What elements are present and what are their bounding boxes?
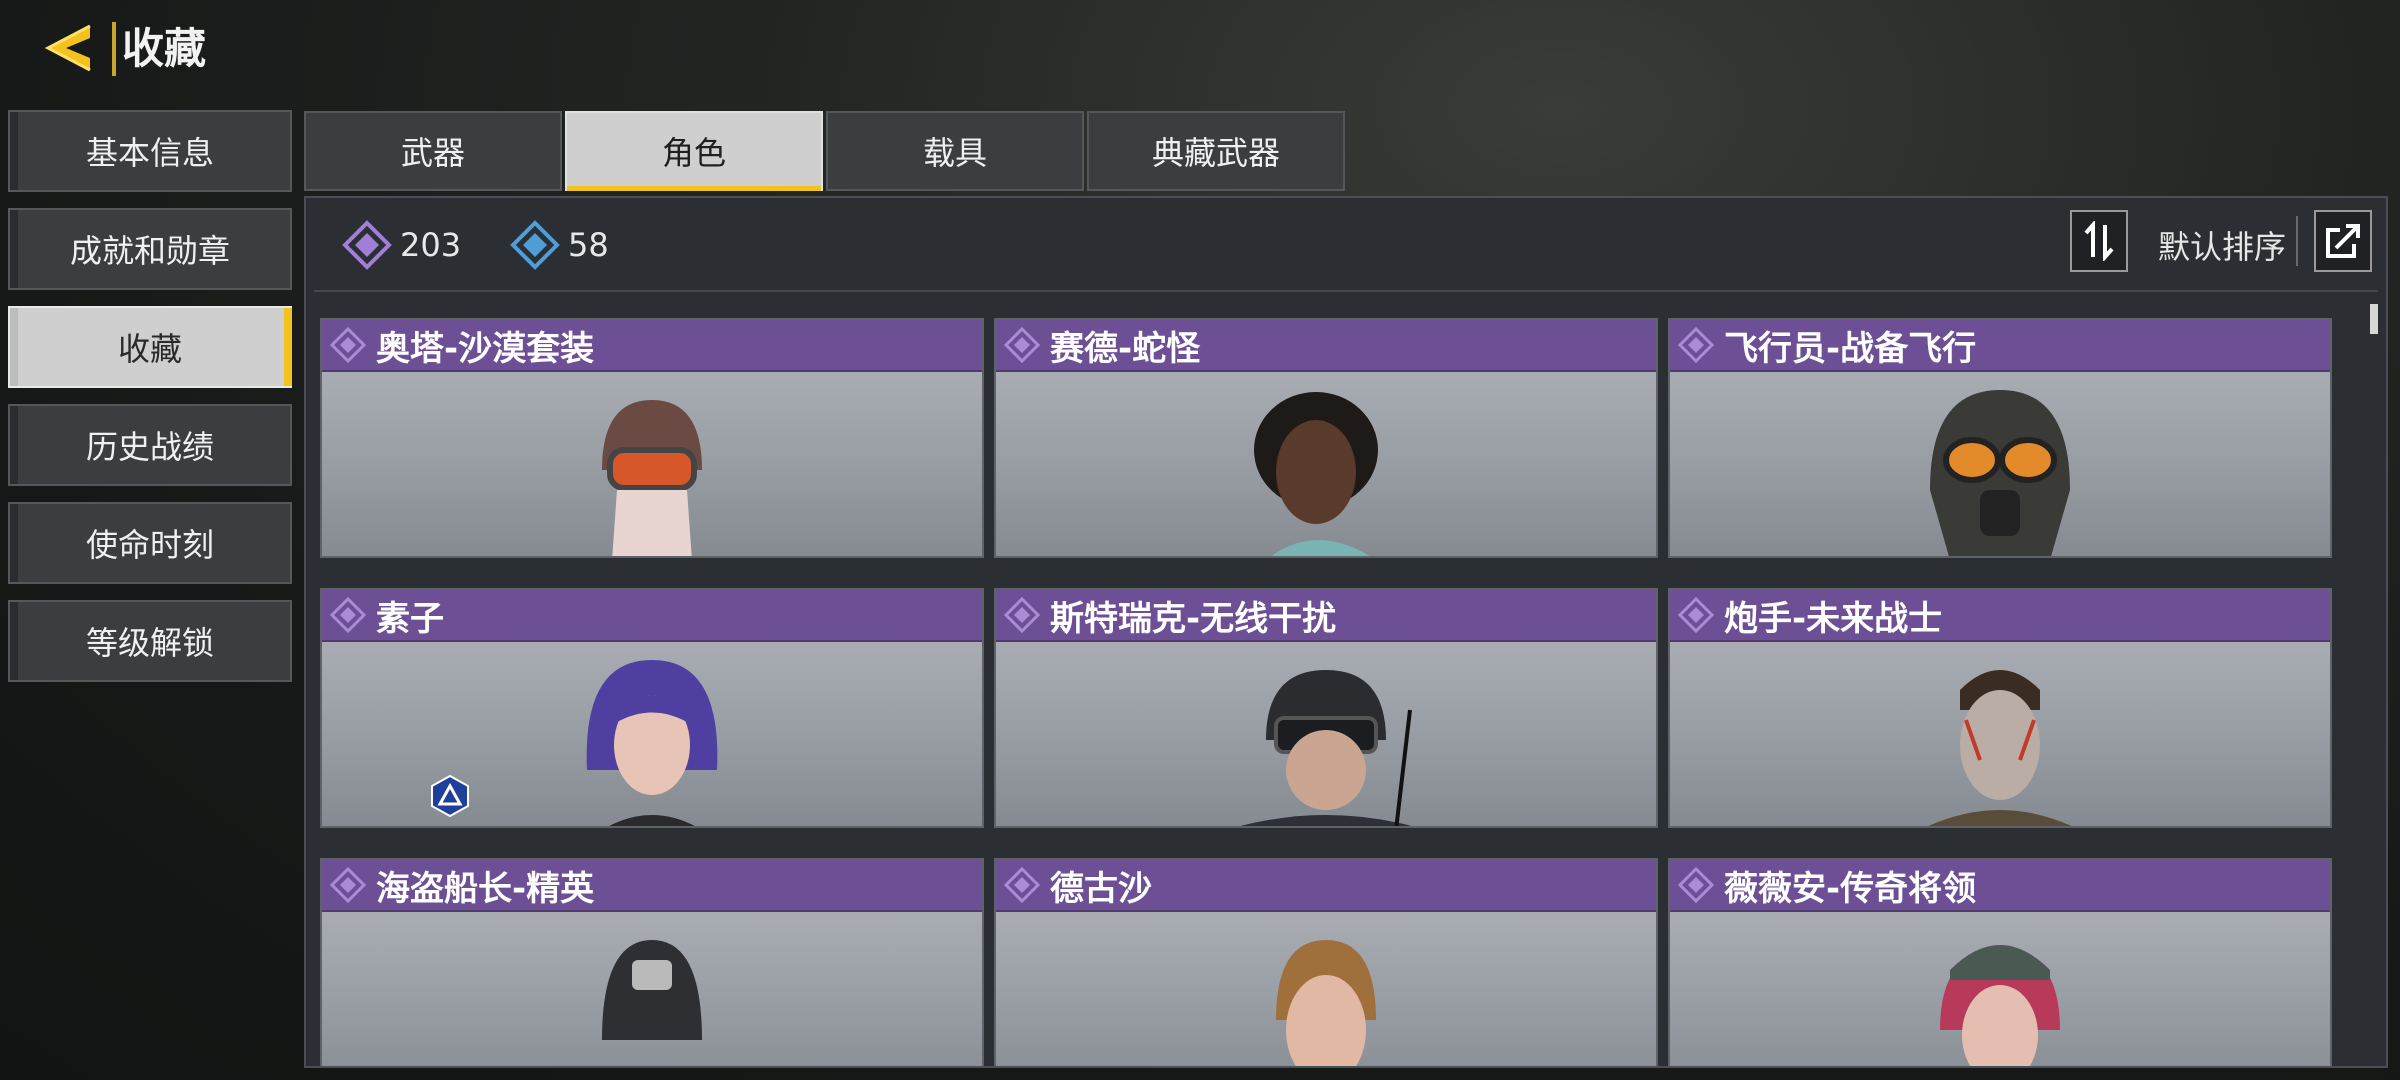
purple-count-value: 203: [400, 226, 462, 264]
card-portrait-area: [996, 642, 1656, 826]
character-portrait: [602, 940, 702, 1040]
card-portrait-area: [996, 912, 1656, 1066]
purple-diamond-icon: [342, 220, 392, 270]
sidebar-item-basic-info[interactable]: 基本信息: [8, 110, 292, 192]
blue-count-value: 58: [568, 226, 609, 264]
page-title: 收藏: [112, 22, 206, 76]
character-portrait: [602, 400, 702, 556]
character-portrait: [1928, 670, 2072, 826]
card-header: 德古沙: [996, 860, 1656, 912]
back-arrow-icon: [44, 24, 91, 72]
card-header: 薇薇安-传奇将领: [1670, 860, 2330, 912]
card-name: 赛德-蛇怪: [1050, 328, 1201, 369]
diamond-icon: [1678, 597, 1714, 633]
tab-vehicles[interactable]: 载具: [826, 111, 1084, 191]
character-card[interactable]: 素子: [320, 588, 984, 828]
card-name: 斯特瑞克-无线干扰: [1050, 598, 1337, 639]
card-name: 奥塔-沙漠套装: [376, 328, 595, 369]
tab-characters[interactable]: 角色: [565, 111, 823, 191]
collection-panel: 203 58 默认排序 奥塔-沙漠套装 赛德-蛇怪 飞行员-战备飞行 素子 斯特…: [304, 196, 2388, 1068]
sort-arrows-icon: [2084, 221, 2114, 261]
sidebar-item-history[interactable]: 历史战绩: [8, 404, 292, 486]
card-portrait-area: [322, 372, 982, 556]
character-portrait: [1930, 390, 2070, 556]
card-name: 飞行员-战备飞行: [1724, 328, 1977, 369]
diamond-icon: [1678, 867, 1714, 903]
card-portrait-area: [322, 912, 982, 1066]
share-icon: [2326, 224, 2360, 258]
card-name: 海盗船长-精英: [376, 868, 595, 909]
card-header: 海盗船长-精英: [322, 860, 982, 912]
card-portrait-area: [1670, 642, 2330, 826]
sort-button[interactable]: [2070, 210, 2128, 272]
sidebar: 基本信息 成就和勋章 收藏 历史战绩 使命时刻 等级解锁: [8, 110, 292, 698]
card-name: 德古沙: [1050, 868, 1152, 909]
character-card[interactable]: 德古沙: [994, 858, 1658, 1066]
blue-diamond-icon: [510, 220, 560, 270]
diamond-icon: [1004, 327, 1040, 363]
purple-count: 203: [342, 220, 461, 270]
blue-count: 58: [510, 220, 609, 270]
card-header: 素子: [322, 590, 982, 642]
diamond-icon: [1004, 597, 1040, 633]
character-card[interactable]: 飞行员-战备飞行: [1668, 318, 2332, 558]
diamond-icon: [330, 867, 366, 903]
character-portrait: [1276, 940, 1376, 1066]
card-portrait-area: [996, 372, 1656, 556]
category-tabs: 武器 角色 载具 典藏武器: [304, 111, 1348, 191]
card-name: 素子: [376, 598, 444, 639]
sidebar-item-mission-moments[interactable]: 使命时刻: [8, 502, 292, 584]
sidebar-item-collection[interactable]: 收藏: [8, 306, 292, 388]
panel-divider: [314, 290, 2378, 292]
character-card[interactable]: 炮手-未来战士: [1668, 588, 2332, 828]
rank-badge-icon: [431, 774, 469, 818]
diamond-icon: [1678, 327, 1714, 363]
card-portrait-area: [322, 642, 982, 826]
card-portrait-area: [1670, 912, 2330, 1066]
diamond-icon: [330, 327, 366, 363]
card-header: 斯特瑞克-无线干扰: [996, 590, 1656, 642]
scrollbar[interactable]: [2370, 304, 2378, 334]
character-portrait: [586, 660, 718, 826]
diamond-icon: [330, 597, 366, 633]
card-portrait-area: [1670, 372, 2330, 556]
tab-weapons[interactable]: 武器: [304, 111, 562, 191]
card-header: 奥塔-沙漠套装: [322, 320, 982, 372]
character-card[interactable]: 薇薇安-传奇将领: [1668, 858, 2332, 1066]
character-portrait: [1254, 392, 1378, 556]
share-button[interactable]: [2314, 210, 2372, 272]
character-card[interactable]: 赛德-蛇怪: [994, 318, 1658, 558]
tab-collection-weapons[interactable]: 典藏武器: [1087, 111, 1345, 191]
sidebar-item-level-unlock[interactable]: 等级解锁: [8, 600, 292, 682]
card-name: 薇薇安-传奇将领: [1724, 868, 1977, 909]
character-portrait: [1940, 945, 2060, 1066]
character-portrait: [1240, 670, 1412, 826]
toolbar-divider: [2296, 216, 2298, 266]
back-button[interactable]: [40, 20, 110, 76]
character-card[interactable]: 斯特瑞克-无线干扰: [994, 588, 1658, 828]
card-header: 飞行员-战备飞行: [1670, 320, 2330, 372]
diamond-icon: [1004, 867, 1040, 903]
sort-label[interactable]: 默认排序: [2158, 222, 2286, 268]
card-name: 炮手-未来战士: [1724, 598, 1943, 639]
card-header: 赛德-蛇怪: [996, 320, 1656, 372]
sidebar-item-achievements[interactable]: 成就和勋章: [8, 208, 292, 290]
character-card[interactable]: 海盗船长-精英: [320, 858, 984, 1066]
character-card[interactable]: 奥塔-沙漠套装: [320, 318, 984, 558]
card-header: 炮手-未来战士: [1670, 590, 2330, 642]
